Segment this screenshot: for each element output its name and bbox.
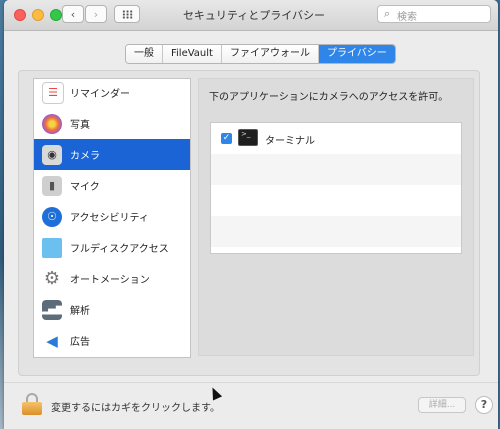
privacy-category-list[interactable]: ☰ リマインダー 写真 ◉ カメラ ▮ マイク ☉ アクセシビリティ フルディス… xyxy=(33,78,191,358)
sidebar-item-label: リマインダー xyxy=(70,89,130,100)
sidebar-item-label: マイク xyxy=(70,182,100,193)
accessibility-icon: ☉ xyxy=(42,206,62,227)
search-input[interactable]: ⌕ 検索 xyxy=(377,5,491,23)
sidebar-item-label: カメラ xyxy=(70,151,100,162)
list-item xyxy=(211,185,461,216)
sidebar-item-label: オートメーション xyxy=(70,275,150,286)
reminders-icon: ☰ xyxy=(42,81,64,104)
sidebar-item-analytics[interactable]: ▂▄▆ 解析 xyxy=(34,294,190,325)
sidebar-item-label: フルディスクアクセス xyxy=(70,244,169,255)
back-button[interactable]: ‹ xyxy=(62,5,84,23)
camera-icon: ◉ xyxy=(42,144,62,165)
tab-firewall[interactable]: ファイアウォール xyxy=(221,45,319,63)
list-item xyxy=(211,154,461,185)
preferences-window: ‹ › セキュリティとプライバシー ⌕ 検索 一般 FileVault ファイア… xyxy=(4,0,498,429)
sidebar-item-photos[interactable]: 写真 xyxy=(34,108,190,139)
list-item: ✓ >_ ターミナル xyxy=(211,123,461,154)
tab-bar: 一般 FileVault ファイアウォール プライバシー xyxy=(125,44,396,64)
sidebar-item-label: 広告 xyxy=(70,337,90,348)
app-name: ターミナル xyxy=(265,136,315,147)
advanced-button[interactable]: 詳細... xyxy=(418,397,466,413)
folder-icon xyxy=(42,237,62,258)
gear-icon: ⚙ xyxy=(43,268,61,289)
app-checkbox[interactable]: ✓ xyxy=(221,133,232,144)
lock-message: 変更するにはカギをクリックします。 xyxy=(51,403,220,414)
sidebar-item-microphone[interactable]: ▮ マイク xyxy=(34,170,190,201)
microphone-icon: ▮ xyxy=(42,175,62,196)
grid-icon xyxy=(122,10,133,19)
tab-filevault[interactable]: FileVault xyxy=(163,45,222,63)
analytics-icon: ▂▄▆ xyxy=(40,299,64,320)
search-placeholder: 検索 xyxy=(397,12,417,23)
sidebar-item-camera[interactable]: ◉ カメラ xyxy=(34,139,190,170)
list-item xyxy=(211,216,461,247)
show-all-button[interactable] xyxy=(114,5,140,23)
lock-body xyxy=(22,402,42,415)
title-bar: ‹ › セキュリティとプライバシー ⌕ 検索 xyxy=(4,0,498,31)
tab-general[interactable]: 一般 xyxy=(126,45,163,63)
photos-icon xyxy=(42,113,62,134)
access-heading: 下のアプリケーションにカメラへのアクセスを許可。 xyxy=(209,92,449,103)
zoom-button[interactable] xyxy=(50,9,62,21)
help-button[interactable]: ? xyxy=(475,396,493,414)
forward-button[interactable]: › xyxy=(85,5,107,23)
lock-icon[interactable] xyxy=(22,393,42,415)
megaphone-icon: ◀ xyxy=(46,331,58,350)
tab-privacy[interactable]: プライバシー xyxy=(318,45,395,63)
minimize-button[interactable] xyxy=(32,9,44,21)
footer-divider xyxy=(4,382,498,383)
sidebar-item-advertising[interactable]: ◀ 広告 xyxy=(34,325,190,356)
sidebar-item-reminders[interactable]: ☰ リマインダー xyxy=(34,79,190,108)
sidebar-item-label: 解析 xyxy=(70,306,90,317)
sidebar-item-automation[interactable]: ⚙ オートメーション xyxy=(34,263,190,294)
magnifier-icon: ⌕ xyxy=(384,7,391,20)
sidebar-item-label: アクセシビリティ xyxy=(70,213,149,224)
sidebar-item-full-disk-access[interactable]: フルディスクアクセス xyxy=(34,232,190,263)
close-button[interactable] xyxy=(14,9,26,21)
sidebar-item-label: 写真 xyxy=(70,120,90,131)
window-title: セキュリティとプライバシー xyxy=(182,9,326,22)
terminal-icon: >_ xyxy=(238,129,258,146)
sidebar-item-accessibility[interactable]: ☉ アクセシビリティ xyxy=(34,201,190,232)
app-list: ✓ >_ ターミナル xyxy=(210,122,462,254)
